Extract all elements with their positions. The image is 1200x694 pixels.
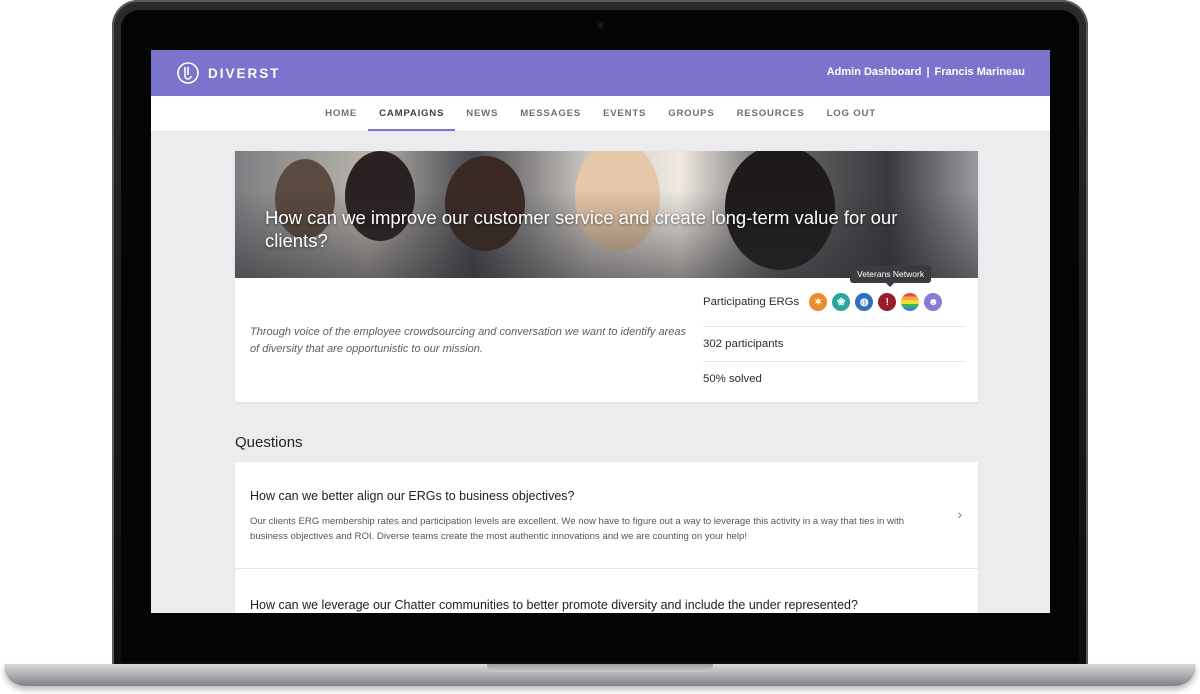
rainbow-icon[interactable] [901, 293, 920, 311]
sun-emblem-icon[interactable]: ✶ [809, 293, 828, 311]
question-card[interactable]: How can we leverage our Chatter communit… [235, 568, 978, 613]
campaign-stats: Participating ERGs ✶ ❀ ◍ ! ☻ 302 partici… [703, 278, 965, 396]
participants-count: 302 participants [703, 338, 784, 350]
nav-news[interactable]: NEWS [455, 96, 509, 131]
nav-messages[interactable]: MESSAGES [509, 96, 592, 131]
brand-name: DIVERST [208, 65, 281, 81]
main-nav: HOME CAMPAIGNS NEWS MESSAGES EVENTS GROU… [151, 96, 1050, 132]
campaign-hero-image: How can we improve our customer service … [235, 151, 978, 278]
striped-globe-icon[interactable]: ◍ [855, 293, 874, 311]
nav-campaigns[interactable]: CAMPAIGNS [368, 96, 456, 131]
participating-ergs-row: Participating ERGs ✶ ❀ ◍ ! ☻ [703, 278, 965, 327]
laptop-notch [487, 664, 713, 672]
admin-dashboard-link[interactable]: Admin Dashboard [827, 66, 922, 78]
profile-head-icon[interactable]: ☻ [924, 293, 943, 311]
brand-logo[interactable]: DIVERST [177, 62, 281, 84]
solved-percent: 50% solved [703, 373, 762, 385]
diverst-logo-icon [177, 62, 199, 84]
questions-heading: Questions [235, 434, 303, 451]
nav-groups[interactable]: GROUPS [657, 96, 725, 131]
user-name-link[interactable]: Francis Marineau [935, 66, 1025, 78]
question-description: Our clients ERG membership rates and par… [250, 516, 905, 542]
header-separator: | [926, 66, 930, 78]
erg-icon-list: ✶ ❀ ◍ ! ☻ [809, 293, 943, 311]
top-bar: DIVERST Admin Dashboard | Francis Marineau [151, 50, 1050, 96]
participants-row: 302 participants [703, 327, 965, 362]
chevron-right-icon[interactable]: › [957, 506, 962, 522]
campaign-card: How can we improve our customer service … [235, 151, 978, 402]
question-card[interactable]: How can we better align our ERGs to busi… [235, 462, 978, 568]
erg-tooltip: Veterans Network [850, 265, 932, 287]
exclamation-badge-icon[interactable]: ! [878, 293, 897, 311]
nav-home[interactable]: HOME [314, 96, 368, 131]
webcam-icon [597, 22, 604, 29]
nav-log-out[interactable]: LOG OUT [816, 96, 887, 131]
campaign-description: Through voice of the employee crowdsourc… [250, 326, 686, 355]
participating-ergs-label: Participating ERGs [703, 296, 800, 308]
nav-resources[interactable]: RESOURCES [726, 96, 816, 131]
question-title[interactable]: How can we leverage our Chatter communit… [250, 598, 858, 612]
app-screen: DIVERST Admin Dashboard | Francis Marineau… [151, 50, 1050, 613]
globe-leaf-icon[interactable]: ❀ [832, 293, 851, 311]
campaign-title: How can we improve our customer service … [265, 207, 898, 251]
header-links: Admin Dashboard | Francis Marineau [827, 66, 1025, 78]
question-title[interactable]: How can we better align our ERGs to busi… [250, 489, 574, 503]
solved-row: 50% solved [703, 362, 965, 396]
nav-events[interactable]: EVENTS [592, 96, 657, 131]
